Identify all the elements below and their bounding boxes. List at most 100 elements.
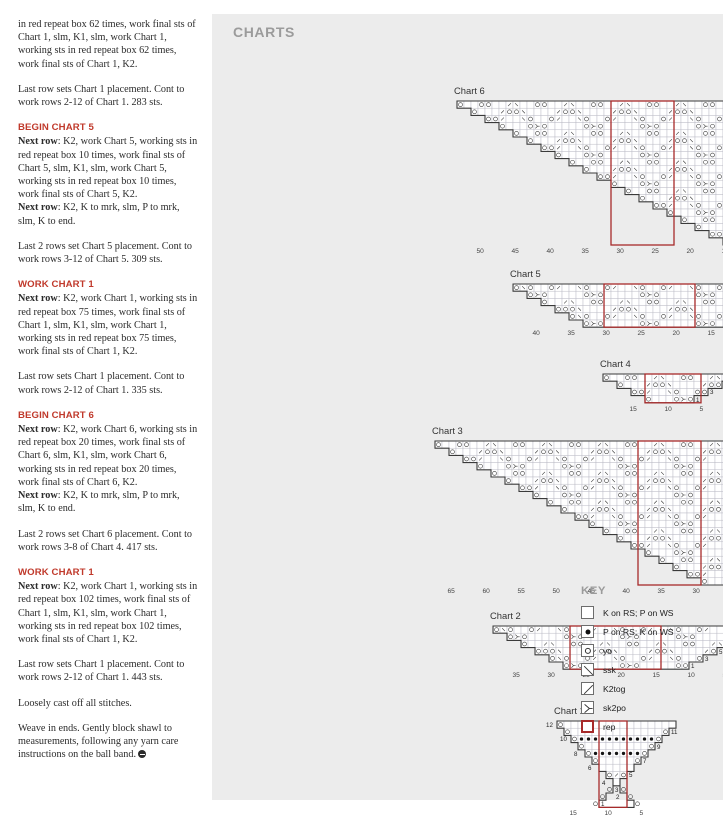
row-number-label: 5	[629, 772, 632, 779]
paragraph-text: Last 2 rows set Chart 5 placement. Cont …	[18, 241, 192, 265]
dot-symbol-icon	[581, 625, 594, 638]
row-lead-label: Next row	[18, 581, 58, 592]
key-item: P on RS; K on WS	[581, 622, 711, 641]
column-tick-label: 50	[477, 248, 484, 255]
row-number-label: 7	[643, 758, 646, 765]
row-number-label-left: 4	[602, 780, 605, 787]
k2tog-glyph-icon	[582, 683, 595, 696]
instruction-paragraph: Last 2 rows set Chart 6 placement. Cont …	[18, 528, 198, 554]
section-heading: BEGIN CHART 5	[18, 121, 198, 134]
row-lead-label: Next row	[18, 490, 58, 501]
instruction-row: Next row: K2, work Chart 1, working sts …	[18, 580, 198, 646]
instruction-row: Next row: K2, work Chart 5, working sts …	[18, 135, 198, 201]
yarnover-circle-icon	[584, 647, 590, 653]
column-tick-label: 35	[582, 248, 589, 255]
column-tick-label: 50	[553, 588, 560, 595]
column-tick-label: 10	[665, 406, 672, 413]
chart-grid-chart3	[434, 440, 723, 586]
chart-title-chart6: Chart 6	[454, 85, 485, 96]
ssk-symbol-icon	[581, 663, 594, 676]
chart-title-chart4: Chart 4	[600, 358, 631, 369]
chart-title-chart2: Chart 2	[490, 610, 521, 621]
sk2po-glyph-icon	[582, 702, 595, 715]
paragraph-text: in red repeat box 62 times, work final s…	[18, 19, 196, 70]
key-item: K2tog	[581, 679, 711, 698]
row-lead-label: Next row	[18, 293, 58, 304]
key-item: ssk	[581, 660, 711, 679]
column-tick-label: 5	[700, 406, 704, 413]
column-tick-label: 30	[603, 330, 610, 337]
rep-symbol-icon	[581, 720, 594, 733]
paragraph-text: Weave in ends. Gently block shawl to mea…	[18, 723, 178, 760]
paragraph-text: Last 2 rows set Chart 6 placement. Cont …	[18, 529, 192, 553]
section-heading: WORK CHART 1	[18, 566, 198, 579]
column-tick-label: 40	[533, 330, 540, 337]
row-number-label-left: 10	[560, 736, 567, 743]
column-tick-label: 30	[617, 248, 624, 255]
instruction-paragraph: Last row sets Chart 1 placement. Cont to…	[18, 658, 198, 684]
key-item-label: P on RS; K on WS	[603, 627, 674, 637]
instruction-row: Next row: K2, K to mrk, slm, P to mrk, s…	[18, 489, 198, 515]
key-item: yo	[581, 641, 711, 660]
key-item-label: sk2po	[603, 703, 626, 713]
row-number-label: 5	[719, 649, 722, 656]
row-lead-label: Next row	[18, 136, 58, 147]
section-heading: WORK CHART 1	[18, 278, 198, 291]
column-tick-label: 30	[548, 672, 555, 679]
column-tick-label: 15	[570, 810, 577, 817]
instruction-paragraph: Last row sets Chart 1 placement. Cont to…	[18, 83, 198, 109]
paragraph-text: Loosely cast off all stitches.	[18, 698, 132, 709]
column-tick-label: 20	[687, 248, 694, 255]
chart-grid-chart4	[602, 373, 723, 404]
chart-title-chart3: Chart 3	[432, 425, 463, 436]
sk2po-symbol-icon	[581, 701, 594, 714]
charts-panel-title: CHARTS	[212, 14, 723, 42]
instruction-paragraph: Weave in ends. Gently block shawl to mea…	[18, 722, 198, 762]
row-number-label: 3	[615, 787, 618, 794]
blank-symbol-icon	[581, 606, 594, 619]
instructions-column: in red repeat box 62 times, work final s…	[0, 0, 212, 800]
column-tick-label: 35	[513, 672, 520, 679]
key-item-label: rep	[603, 722, 615, 732]
column-tick-label: 55	[518, 588, 525, 595]
instruction-row: Next row: K2, K to mrk, slm, P to mrk, s…	[18, 201, 198, 227]
instruction-row: Next row: K2, work Chart 6, working sts …	[18, 423, 198, 489]
key-rows: K on RS; P on WS P on RS; K on WS yo ssk K2t…	[581, 603, 711, 736]
charts-panel: CHARTS Chart 650454035302520151051357911…	[212, 14, 723, 800]
paragraph-text: Last row sets Chart 1 placement. Cont to…	[18, 84, 184, 108]
paragraph-text: Last row sets Chart 1 placement. Cont to…	[18, 371, 184, 395]
key-item-label: yo	[603, 646, 612, 656]
row-lead-label: Next row	[18, 424, 58, 435]
key-item: K on RS; P on WS	[581, 603, 711, 622]
column-tick-label: 65	[448, 588, 455, 595]
purl-dot-icon	[585, 629, 590, 634]
key-item-label: ssk	[603, 665, 616, 675]
instruction-paragraph: Last row sets Chart 1 placement. Cont to…	[18, 370, 198, 396]
column-tick-label: 15	[708, 330, 715, 337]
end-of-pattern-icon	[138, 750, 146, 758]
instruction-paragraph: Loosely cast off all stitches.	[18, 697, 198, 710]
key-item-label: K on RS; P on WS	[603, 608, 674, 618]
column-tick-label: 45	[512, 248, 519, 255]
column-tick-label: 5	[640, 810, 644, 817]
column-tick-label: 60	[483, 588, 490, 595]
yo-symbol-icon	[581, 644, 594, 657]
column-tick-label: 15	[630, 406, 637, 413]
row-number-label-left: 6	[588, 765, 591, 772]
column-tick-label: 35	[568, 330, 575, 337]
column-tick-label: 40	[547, 248, 554, 255]
section-heading: BEGIN CHART 6	[18, 409, 198, 422]
row-number-label: 1	[601, 801, 604, 808]
row-number-label-left: 12	[546, 722, 553, 729]
column-tick-label: 25	[652, 248, 659, 255]
column-tick-label: 20	[673, 330, 680, 337]
paragraph-text: Last row sets Chart 1 placement. Cont to…	[18, 659, 184, 683]
key-item-label: K2tog	[603, 684, 625, 694]
instruction-paragraph: in red repeat box 62 times, work final s…	[18, 18, 198, 71]
chart-title-chart5: Chart 5	[510, 268, 541, 279]
key-legend: KEY K on RS; P on WSP on RS; K on WSyoss…	[581, 585, 711, 736]
chart-grid-chart5	[512, 283, 723, 328]
row-number-label: 9	[657, 744, 660, 751]
k2tog-symbol-icon	[581, 682, 594, 695]
column-tick-label: 10	[605, 810, 612, 817]
